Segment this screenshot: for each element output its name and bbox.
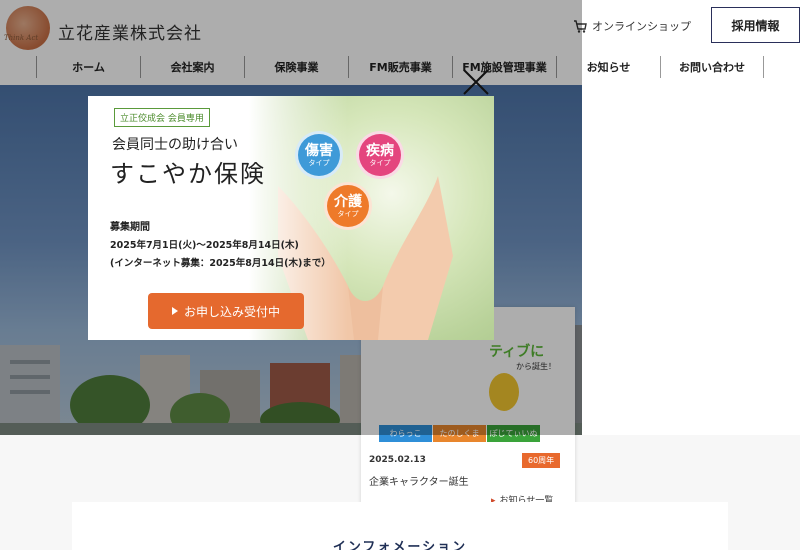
info-title: インフォメーション bbox=[332, 540, 468, 550]
recruit-button[interactable]: 採用情報 bbox=[711, 7, 800, 43]
type-illness-sub: タイプ bbox=[369, 158, 391, 167]
play-icon bbox=[171, 307, 178, 315]
info-section: インフォメーション bbox=[72, 502, 728, 550]
popup-title: すこやか保険 bbox=[110, 160, 266, 188]
type-care-sub: タイプ bbox=[337, 209, 359, 218]
type-injury-badge: 傷害 タイプ bbox=[295, 131, 343, 179]
member-badge: 立正佼成会 会員専用 bbox=[114, 108, 210, 127]
type-illness-label: 疾病 bbox=[366, 142, 394, 159]
type-care-label: 介護 bbox=[334, 193, 362, 210]
close-icon[interactable] bbox=[462, 68, 490, 96]
period-label: 募集期間 bbox=[110, 222, 150, 233]
anniversary-badge: 60周年 bbox=[522, 453, 561, 468]
news-date: 2025.02.13 bbox=[369, 455, 426, 465]
online-shop-link[interactable]: オンラインショップ bbox=[573, 18, 691, 34]
insurance-popup: 立正佼成会 会員専用 会員同士の助け合い すこやか保険 傷害 タイプ 疾病 タイ… bbox=[88, 96, 494, 340]
type-care-badge: 介護 タイプ bbox=[324, 182, 372, 230]
catch-copy: 会員同士の助け合い bbox=[112, 137, 238, 153]
apply-button-label: お申し込み受付中 bbox=[183, 304, 280, 319]
period-internet: (インターネット募集：2025年8月14日(木)まで） bbox=[110, 258, 331, 269]
type-injury-sub: タイプ bbox=[308, 158, 330, 167]
apply-button[interactable]: お申し込み受付中 bbox=[148, 293, 304, 329]
page: Think Act 立花産業株式会社 オンラインショップ 採用情報 ホーム 会社… bbox=[0, 0, 800, 550]
period-dates: 2025年7月1日(火)～2025年8月14日(木) bbox=[110, 240, 299, 251]
nav-item-contact[interactable]: お問い合わせ bbox=[660, 56, 764, 78]
online-shop-label: オンラインショップ bbox=[592, 20, 691, 33]
type-illness-badge: 疾病 タイプ bbox=[356, 131, 404, 179]
news-text[interactable]: 企業キャラクター誕生 bbox=[369, 473, 469, 488]
type-injury-label: 傷害 bbox=[305, 142, 333, 159]
